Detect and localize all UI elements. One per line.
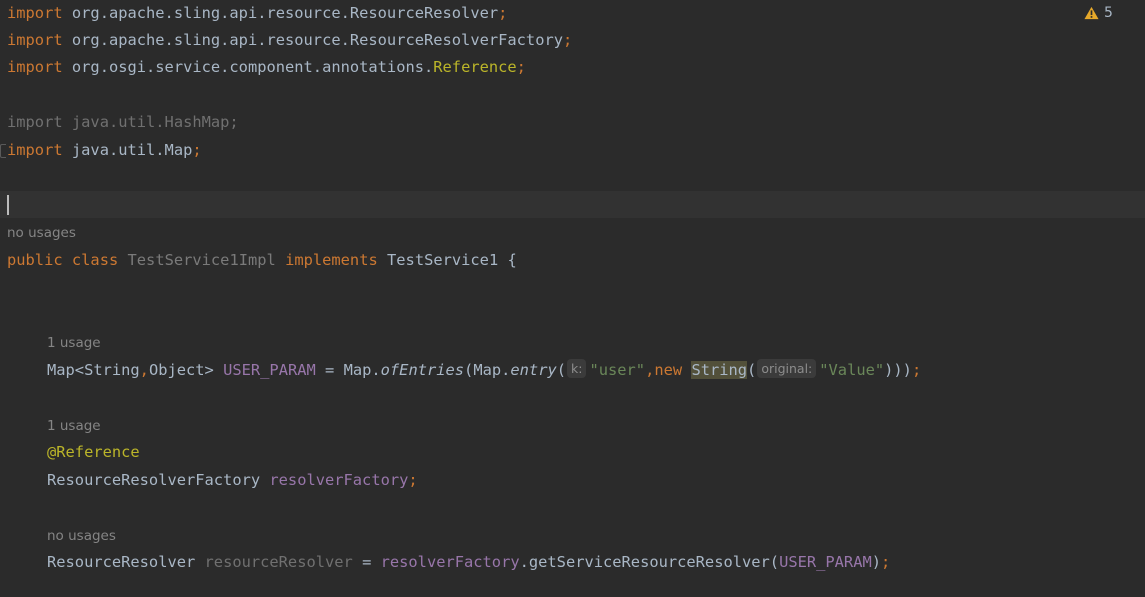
keyword-import: import: [7, 58, 63, 76]
keyword-new: new: [654, 361, 692, 379]
import-path: org.apache.sling.api.resource.ResourceRe…: [71, 4, 499, 22]
code-line-import-5[interactable]: import java.util.Map;: [0, 137, 1145, 164]
code-line-user-param[interactable]: Map<String,Object> USER_PARAM = Map.ofEn…: [0, 357, 1145, 384]
assign: = Map.: [315, 361, 381, 379]
comma: ,: [645, 361, 655, 379]
keyword-implements: implements: [285, 251, 378, 269]
code-line-import-2[interactable]: import org.apache.sling.api.resource.Res…: [0, 27, 1145, 54]
comma: ,: [139, 361, 149, 379]
field-type-2: Object>: [148, 361, 224, 379]
import-path: java.util.Map: [71, 141, 193, 159]
semicolon: ;: [498, 4, 508, 22]
import-path: org.apache.sling.api.resource.ResourceRe…: [71, 31, 563, 49]
usage-hint[interactable]: no usages: [0, 523, 1145, 550]
string-literal-user: "user": [589, 361, 646, 379]
field-name-user-param: USER_PARAM: [223, 361, 316, 379]
code-line-resolver-factory[interactable]: ResourceResolverFactory resolverFactory;: [0, 467, 1145, 494]
import-path: java.util.HashMap: [71, 113, 230, 131]
code-line-class-declaration[interactable]: public class TestService1Impl implements…: [0, 247, 1145, 274]
keyword-import: import: [7, 113, 63, 131]
semicolon: ;: [516, 58, 526, 76]
usage-hint[interactable]: 1 usage: [0, 413, 1145, 440]
class-name: TestService1Impl: [127, 251, 276, 269]
assign: =: [352, 553, 381, 571]
current-line[interactable]: [0, 191, 1145, 218]
field-ref-resolver-factory: resolverFactory: [380, 553, 520, 571]
field-type: ResourceResolver: [47, 553, 205, 571]
fold-marker-icon[interactable]: [0, 144, 6, 158]
keyword-public: public: [7, 251, 63, 269]
argument-user-param: USER_PARAM: [779, 553, 872, 571]
code-line-resource-resolver[interactable]: ResourceResolver resourceResolver = reso…: [0, 549, 1145, 576]
field-type: ResourceResolverFactory: [47, 471, 270, 489]
string-class-highlighted: String: [691, 361, 748, 379]
field-type: Map<String: [47, 361, 140, 379]
keyword-import: import: [7, 141, 63, 159]
code-line-annotation[interactable]: @Reference: [0, 439, 1145, 466]
code-line-import-4-unused[interactable]: import java.util.HashMap;: [0, 109, 1145, 136]
semicolon: ;: [911, 361, 922, 379]
semicolon: ;: [408, 471, 418, 489]
semicolon: ;: [229, 113, 239, 131]
usage-hint[interactable]: no usages: [0, 220, 1145, 247]
method-entry: entry: [510, 361, 557, 379]
field-name-resolver-factory: resolverFactory: [269, 471, 409, 489]
semicolon: ;: [881, 553, 891, 571]
paren: (: [747, 361, 757, 379]
parameter-hint-k: k:: [567, 359, 587, 378]
string-literal-value: "Value": [819, 361, 885, 379]
method-of-entries: ofEntries: [380, 361, 465, 379]
import-path-prefix: org.osgi.service.component.annotations.: [71, 58, 434, 76]
paren: (: [556, 361, 567, 379]
closing-paren: ): [871, 553, 882, 571]
interface-name: TestService1: [387, 251, 499, 269]
parameter-hint-original: original:: [757, 359, 817, 378]
annotation-reference: @Reference: [47, 443, 140, 461]
keyword-class: class: [71, 251, 119, 269]
paren: (Map.: [464, 361, 511, 379]
code-editor[interactable]: 5 import org.apache.sling.api.resource.R…: [0, 0, 1145, 597]
code-line-import-3[interactable]: import org.osgi.service.component.annota…: [0, 54, 1145, 81]
keyword-import: import: [7, 31, 63, 49]
keyword-import: import: [7, 4, 63, 22]
field-name-resource-resolver: resourceResolver: [204, 553, 353, 571]
text-caret: [7, 195, 9, 215]
semicolon: ;: [563, 31, 573, 49]
code-line-import-1[interactable]: import org.apache.sling.api.resource.Res…: [0, 0, 1145, 27]
closing-parens: ))): [884, 361, 912, 379]
method-call: .getServiceResourceResolver(: [519, 553, 780, 571]
import-path-reference: Reference: [433, 58, 517, 76]
usage-hint[interactable]: 1 usage: [0, 330, 1145, 357]
open-brace: {: [498, 251, 517, 269]
semicolon: ;: [192, 141, 202, 159]
